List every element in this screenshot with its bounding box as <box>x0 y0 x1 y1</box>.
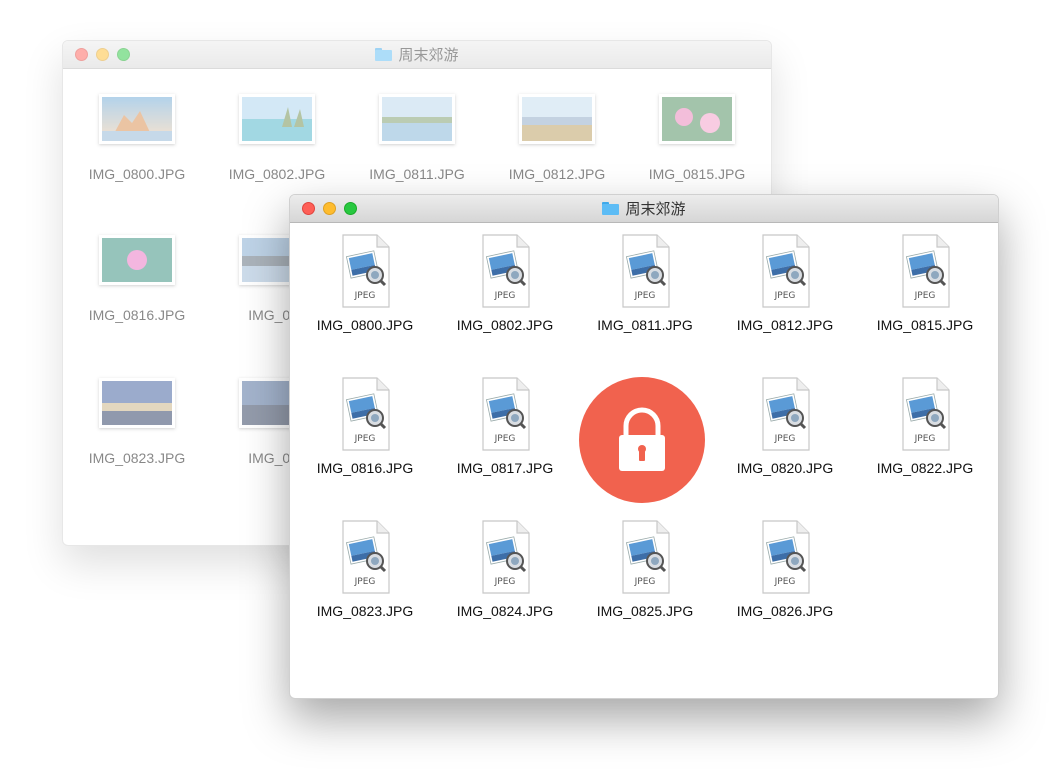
file-name: IMG_0802.JPG <box>228 166 326 182</box>
titlebar[interactable]: 周末郊游 <box>63 41 771 69</box>
file-name: IMG_0823.JPG <box>88 450 186 466</box>
file-item[interactable]: JPEG IMG_0802.JPG <box>435 233 575 333</box>
jpeg-file-icon: JPEG <box>615 233 675 309</box>
jpeg-file-icon: JPEG <box>895 376 955 452</box>
file-item[interactable]: JPEG IMG_0822.JPG <box>855 376 995 476</box>
photo-thumbnail <box>519 94 595 144</box>
file-item[interactable]: JPEG IMG_0820.JPG <box>715 376 855 476</box>
lock-icon <box>619 407 665 471</box>
file-name: IMG_0811.JPG <box>597 317 693 333</box>
folder-icon <box>602 202 620 215</box>
file-name: IMG_0826.JPG <box>736 603 834 619</box>
file-item[interactable]: JPEG IMG_0823.JPG <box>295 519 435 619</box>
file-type-label: JPEG <box>354 577 376 587</box>
photo-thumbnail <box>239 94 315 144</box>
jpeg-file-icon: JPEG <box>755 519 815 595</box>
jpeg-file-icon: JPEG <box>335 233 395 309</box>
file-item[interactable]: IMG_0816.JPG <box>67 235 207 323</box>
file-type-label: JPEG <box>494 291 516 301</box>
file-name: IMG_0815.JPG <box>876 317 974 333</box>
file-type-label: JPEG <box>494 434 516 444</box>
file-type-label: JPEG <box>774 434 796 444</box>
file-type-label: JPEG <box>494 577 516 587</box>
photo-thumbnail <box>99 235 175 285</box>
file-name: IMG_0820.JPG <box>736 460 834 476</box>
file-type-label: JPEG <box>914 291 936 301</box>
file-name: IMG_0800.JPG <box>316 317 414 333</box>
jpeg-file-icon: JPEG <box>335 519 395 595</box>
file-name: IMG_0824.JPG <box>456 603 554 619</box>
photo-thumbnail <box>659 94 735 144</box>
jpeg-file-icon: JPEG <box>475 233 535 309</box>
file-item[interactable]: JPEG IMG_0811.JPG <box>575 233 715 333</box>
file-type-label: JPEG <box>774 577 796 587</box>
file-item[interactable]: IMG_0823.JPG <box>67 378 207 466</box>
window-title: 周末郊游 <box>63 41 771 68</box>
file-item[interactable]: IMG_0815.JPG <box>627 94 767 182</box>
photo-thumbnail <box>99 378 175 428</box>
file-type-label: JPEG <box>354 434 376 444</box>
lock-badge <box>579 377 705 503</box>
jpeg-file-icon: JPEG <box>475 519 535 595</box>
file-item[interactable]: IMG_0812.JPG <box>487 94 627 182</box>
file-type-label: JPEG <box>634 577 656 587</box>
window-title-text: 周末郊游 <box>625 201 686 218</box>
file-name: IMG_0811.JPG <box>369 166 465 182</box>
photo-thumbnail <box>99 94 175 144</box>
file-item[interactable]: IMG_0802.JPG <box>207 94 347 182</box>
file-name: IMG_0825.JPG <box>596 603 694 619</box>
file-name: IMG_0812.JPG <box>508 166 606 182</box>
jpeg-file-icon: JPEG <box>475 376 535 452</box>
file-item[interactable]: JPEG IMG_0824.JPG <box>435 519 575 619</box>
file-item[interactable]: IMG_0800.JPG <box>67 94 207 182</box>
file-item[interactable]: JPEG IMG_0817.JPG <box>435 376 575 476</box>
file-item[interactable]: JPEG IMG_0815.JPG <box>855 233 995 333</box>
file-item[interactable]: JPEG IMG_0825.JPG <box>575 519 715 619</box>
titlebar[interactable]: 周末郊游 <box>290 195 998 223</box>
file-type-label: JPEG <box>354 291 376 301</box>
jpeg-file-icon: JPEG <box>335 376 395 452</box>
jpeg-file-icon: JPEG <box>615 519 675 595</box>
file-name: IMG_0800.JPG <box>88 166 186 182</box>
file-name: IMG_0816.JPG <box>88 307 186 323</box>
file-type-label: JPEG <box>634 291 656 301</box>
file-item[interactable]: JPEG IMG_0816.JPG <box>295 376 435 476</box>
file-item[interactable]: JPEG IMG_0800.JPG <box>295 233 435 333</box>
file-name: IMG_0823.JPG <box>316 603 414 619</box>
folder-icon <box>375 48 393 61</box>
file-item[interactable]: JPEG IMG_0812.JPG <box>715 233 855 333</box>
file-name: IMG_0815.JPG <box>648 166 746 182</box>
file-name: IMG_0802.JPG <box>456 317 554 333</box>
jpeg-file-icon: JPEG <box>755 233 815 309</box>
jpeg-file-icon: JPEG <box>895 233 955 309</box>
file-name: IMG_0816.JPG <box>316 460 414 476</box>
file-name: IMG_0812.JPG <box>736 317 834 333</box>
file-name: IMG_0817.JPG <box>456 460 554 476</box>
file-type-label: JPEG <box>774 291 796 301</box>
file-item[interactable]: JPEG IMG_0826.JPG <box>715 519 855 619</box>
photo-thumbnail <box>379 94 455 144</box>
file-item[interactable]: IMG_0811.JPG <box>347 94 487 182</box>
jpeg-file-icon: JPEG <box>755 376 815 452</box>
file-type-label: JPEG <box>914 434 936 444</box>
window-title-text: 周末郊游 <box>398 47 459 64</box>
file-name: IMG_0822.JPG <box>876 460 974 476</box>
window-title: 周末郊游 <box>290 195 998 222</box>
